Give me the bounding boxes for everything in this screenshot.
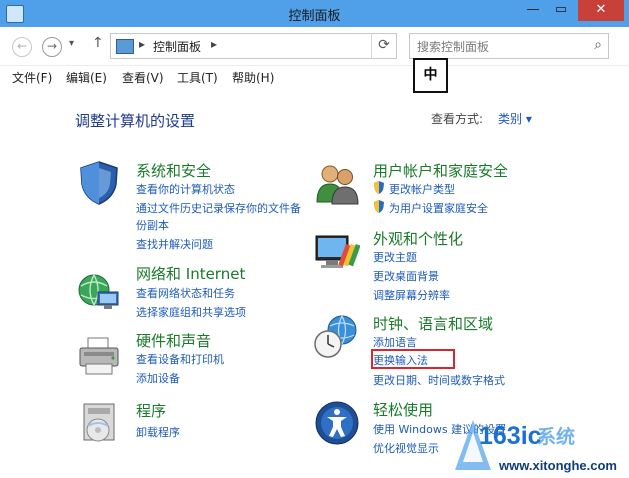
task-add-device[interactable]: 添加设备 (136, 370, 180, 386)
recent-locations-button[interactable]: ▾ (69, 38, 74, 49)
search-placeholder: 搜索控制面板 (417, 40, 490, 54)
category-title-network-internet[interactable]: 网络和 Internet (136, 263, 245, 284)
ease-of-access-icon (315, 401, 359, 445)
task-desktop-background[interactable]: 更改桌面背景 (373, 268, 439, 284)
navigation-bar: ← → ▾ ↑ ▸ 控制面板 ▸ ⟳ 搜索控制面板 ⌕ (0, 27, 629, 66)
view-by-label: 查看方式: (431, 112, 484, 126)
minimize-button[interactable]: — (520, 0, 546, 21)
ime-indicator: 中 (413, 58, 448, 93)
menu-bar: 文件(F) 编辑(E) 查看(V) 工具(T) 帮助(H) (0, 66, 629, 88)
close-button[interactable]: ✕ (578, 0, 624, 21)
menu-file[interactable]: 文件(F) (12, 69, 52, 86)
task-optimize-visual-display[interactable]: 优化视觉显示 (373, 440, 439, 456)
monitor-palette-icon (315, 235, 360, 268)
search-icon[interactable]: ⌕ (594, 37, 602, 53)
category-title-user-accounts[interactable]: 用户帐户和家庭安全 (373, 160, 508, 181)
category-title-system-security[interactable]: 系统和安全 (136, 160, 211, 181)
category-title-appearance[interactable]: 外观和个性化 (373, 228, 463, 249)
watermark-text-163ic: 163ic (479, 422, 542, 450)
task-family-safety[interactable]: 为用户设置家庭安全 (389, 200, 488, 216)
task-change-theme[interactable]: 更改主题 (373, 249, 417, 265)
watermark-text-system: 系统 (537, 426, 576, 448)
task-troubleshoot[interactable]: 查找并解决问题 (136, 236, 213, 252)
uac-shield-icon (374, 181, 384, 194)
users-icon (316, 165, 359, 205)
clock-globe-icon (314, 315, 357, 358)
breadcrumb-root-separator[interactable]: ▸ (139, 37, 145, 51)
view-by-dropdown[interactable]: 类别 ▾ (498, 110, 532, 127)
control-panel-icon (116, 39, 134, 54)
menu-tools[interactable]: 工具(T) (177, 69, 218, 86)
address-bar[interactable]: ▸ 控制面板 ▸ ⟳ (110, 33, 397, 59)
search-input[interactable]: 搜索控制面板 ⌕ (409, 33, 609, 59)
breadcrumb-separator[interactable]: ▸ (211, 37, 217, 51)
category-title-clock-language-region[interactable]: 时钟、语言和区域 (373, 313, 493, 334)
printer-icon (79, 337, 119, 375)
task-date-time-format[interactable]: 更改日期、时间或数字格式 (373, 372, 505, 388)
back-button[interactable]: ← (12, 37, 32, 57)
task-homegroup-sharing[interactable]: 选择家庭组和共享选项 (136, 304, 246, 320)
task-uninstall-program[interactable]: 卸载程序 (136, 424, 180, 440)
task-devices-printers[interactable]: 查看设备和打印机 (136, 351, 224, 367)
maximize-button[interactable]: ▭ (548, 0, 574, 21)
watermark: 163ic 系统 www.xitonghe.com (453, 414, 629, 478)
menu-help[interactable]: 帮助(H) (232, 69, 274, 86)
category-title-ease-of-access[interactable]: 轻松使用 (373, 399, 433, 420)
category-title-hardware-sound[interactable]: 硬件和声音 (136, 330, 211, 351)
menu-view[interactable]: 查看(V) (122, 69, 164, 86)
refresh-button[interactable]: ⟳ (371, 34, 396, 58)
menu-edit[interactable]: 编辑(E) (66, 69, 107, 86)
highlight-box (371, 349, 455, 369)
network-globe-icon (78, 274, 119, 309)
programs-icon (83, 403, 115, 442)
task-network-status[interactable]: 查看网络状态和任务 (136, 285, 235, 301)
task-add-language[interactable]: 添加语言 (373, 334, 417, 350)
task-change-account-type[interactable]: 更改帐户类型 (389, 181, 455, 197)
uac-shield-icon (374, 200, 384, 213)
shield-icon (80, 161, 118, 205)
task-file-history-backup[interactable]: 通过文件历史记录保存你的文件备份副本 (136, 200, 308, 234)
title-bar: 控制面板 — ▭ ✕ (0, 0, 629, 27)
breadcrumb-control-panel[interactable]: 控制面板 (153, 38, 201, 55)
page-title: 调整计算机的设置 (75, 112, 196, 130)
forward-button[interactable]: → (42, 37, 62, 57)
watermark-url: www.xitonghe.com (499, 458, 617, 473)
task-view-computer-status[interactable]: 查看你的计算机状态 (136, 181, 235, 197)
task-screen-resolution[interactable]: 调整屏幕分辨率 (373, 287, 450, 303)
category-title-programs[interactable]: 程序 (136, 400, 166, 421)
up-button[interactable]: ↑ (92, 35, 104, 51)
